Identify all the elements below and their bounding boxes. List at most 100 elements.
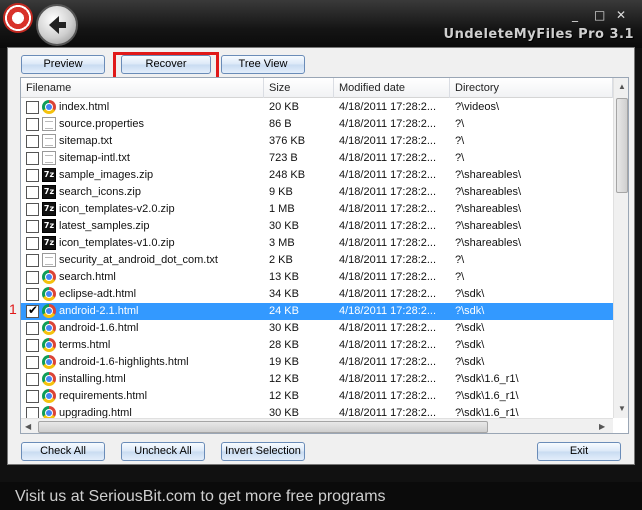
zip-file-icon: 7z xyxy=(42,236,56,250)
file-modified-date: 4/18/2011 17:28:2... xyxy=(339,390,437,402)
minimize-button[interactable]: _ xyxy=(572,8,578,22)
file-size: 86 B xyxy=(269,118,292,130)
file-row[interactable]: sitemap.txt 376 KB 4/18/2011 17:28:2... ?\ xyxy=(21,133,613,150)
file-checkbox[interactable] xyxy=(26,271,39,284)
file-modified-date: 4/18/2011 17:28:2... xyxy=(339,322,437,334)
file-checkbox[interactable] xyxy=(26,169,39,182)
file-checkbox[interactable] xyxy=(26,390,39,403)
file-modified-date: 4/18/2011 17:28:2... xyxy=(339,169,437,181)
file-row[interactable]: search.html 13 KB 4/18/2011 17:28:2... ?\ xyxy=(21,269,613,286)
check-all-button[interactable]: Check All xyxy=(21,442,105,461)
file-directory: ?\ xyxy=(455,135,465,147)
file-row[interactable]: 7z search_icons.zip 9 KB 4/18/2011 17:28:2.… xyxy=(21,184,613,201)
file-size: 12 KB xyxy=(269,390,299,402)
file-checkbox[interactable] xyxy=(26,237,39,250)
text-file-icon xyxy=(42,117,56,131)
file-checkbox[interactable] xyxy=(26,118,39,131)
html-file-icon xyxy=(42,287,56,301)
file-modified-date: 4/18/2011 17:28:2... xyxy=(339,339,437,351)
column-size[interactable]: Size xyxy=(264,78,334,98)
file-row[interactable]: android-2.1.html 24 KB 4/18/2011 17:28:2..… xyxy=(21,303,613,320)
file-checkbox[interactable] xyxy=(26,135,39,148)
html-file-icon xyxy=(42,304,56,318)
scroll-up-icon[interactable]: ▲ xyxy=(618,82,626,91)
file-checkbox[interactable] xyxy=(26,288,39,301)
zip-file-icon: 7z xyxy=(42,219,56,233)
file-checkbox[interactable] xyxy=(26,254,39,267)
file-row[interactable]: requirements.html 12 KB 4/18/2011 17:28:2.… xyxy=(21,388,613,405)
file-row[interactable]: 7z sample_images.zip 248 KB 4/18/2011 17:28… xyxy=(21,167,613,184)
file-row[interactable]: installing.html 12 KB 4/18/2011 17:28:2...… xyxy=(21,371,613,388)
file-row[interactable]: source.properties 86 B 4/18/2011 17:28:2..… xyxy=(21,116,613,133)
text-file-icon xyxy=(42,134,56,148)
file-modified-date: 4/18/2011 17:28:2... xyxy=(339,271,437,283)
file-row[interactable]: sitemap-intl.txt 723 B 4/18/2011 17:28:2..… xyxy=(21,150,613,167)
invert-selection-button[interactable]: Invert Selection xyxy=(221,442,305,461)
file-size: 12 KB xyxy=(269,373,299,385)
scroll-right-icon[interactable]: ▶ xyxy=(599,422,605,431)
file-size: 9 KB xyxy=(269,186,293,198)
file-checkbox[interactable] xyxy=(26,373,39,386)
column-directory[interactable]: Directory xyxy=(450,78,613,98)
file-directory: ?\shareables\ xyxy=(455,220,522,232)
tree-view-button[interactable]: Tree View xyxy=(221,55,305,74)
file-checkbox[interactable] xyxy=(26,203,39,216)
column-filename[interactable]: Filename xyxy=(21,78,264,98)
file-checkbox[interactable] xyxy=(26,101,39,114)
file-checkbox[interactable] xyxy=(26,220,39,233)
column-modified-date[interactable]: Modified date xyxy=(334,78,450,98)
arrow-left-icon xyxy=(49,16,66,34)
vertical-scroll-thumb[interactable] xyxy=(616,98,628,193)
app-title: UndeleteMyFiles Pro 3.1 xyxy=(443,27,634,42)
file-checkbox[interactable] xyxy=(26,322,39,335)
close-button[interactable]: ✕ xyxy=(616,8,626,22)
text-file-icon xyxy=(42,253,56,267)
uncheck-all-button[interactable]: Uncheck All xyxy=(121,442,205,461)
file-row[interactable]: security_at_android_dot_com.txt 2 KB 4/18/… xyxy=(21,252,613,269)
file-modified-date: 4/18/2011 17:28:2... xyxy=(339,118,437,130)
file-row[interactable]: android-1.6.html 30 KB 4/18/2011 17:28:2..… xyxy=(21,320,613,337)
preview-button[interactable]: Preview xyxy=(21,55,105,74)
file-modified-date: 4/18/2011 17:28:2... xyxy=(339,356,437,368)
file-directory: ?\shareables\ xyxy=(455,237,522,249)
html-file-icon xyxy=(42,338,56,352)
text-file-icon xyxy=(42,151,56,165)
scroll-left-icon[interactable]: ◀ xyxy=(25,422,31,431)
file-name: sample_images.zip xyxy=(59,169,154,181)
file-row[interactable]: 7z icon_templates-v1.0.zip 3 MB 4/18/2011 1… xyxy=(21,235,613,252)
maximize-button[interactable]: □ xyxy=(594,8,605,22)
file-checkbox[interactable] xyxy=(26,339,39,352)
file-directory: ?\shareables\ xyxy=(455,186,522,198)
file-name: android-1.6-highlights.html xyxy=(59,356,189,368)
vertical-scrollbar[interactable]: ▲ ▼ xyxy=(613,78,628,418)
title-bar: _ □ ✕ UndeleteMyFiles Pro 3.1 xyxy=(0,0,642,48)
file-size: 20 KB xyxy=(269,101,299,113)
file-modified-date: 4/18/2011 17:28:2... xyxy=(339,305,437,317)
file-checkbox[interactable] xyxy=(26,186,39,199)
file-size: 24 KB xyxy=(269,305,299,317)
scroll-down-icon[interactable]: ▼ xyxy=(618,404,626,413)
file-row[interactable]: 7z icon_templates-v2.0.zip 1 MB 4/18/2011 1… xyxy=(21,201,613,218)
exit-button[interactable]: Exit xyxy=(537,442,621,461)
file-modified-date: 4/18/2011 17:28:2... xyxy=(339,152,437,164)
file-row[interactable]: terms.html 28 KB 4/18/2011 17:28:2... ?\sdk… xyxy=(21,337,613,354)
file-checkbox[interactable] xyxy=(26,152,39,165)
zip-file-icon: 7z xyxy=(42,202,56,216)
footer-promo-text[interactable]: Visit us at SeriousBit.com to get more f… xyxy=(15,488,386,506)
file-row[interactable]: index.html 20 KB 4/18/2011 17:28:2... ?\vid… xyxy=(21,99,613,116)
file-modified-date: 4/18/2011 17:28:2... xyxy=(339,186,437,198)
html-file-icon xyxy=(42,270,56,284)
file-modified-date: 4/18/2011 17:28:2... xyxy=(339,101,437,113)
file-modified-date: 4/18/2011 17:28:2... xyxy=(339,373,437,385)
file-row[interactable]: android-1.6-highlights.html 19 KB 4/18/201… xyxy=(21,354,613,371)
horizontal-scrollbar[interactable]: ◀ ▶ xyxy=(21,418,613,433)
file-size: 3 MB xyxy=(269,237,295,249)
file-row[interactable]: eclipse-adt.html 34 KB 4/18/2011 17:28:2..… xyxy=(21,286,613,303)
file-row[interactable]: 7z latest_samples.zip 30 KB 4/18/2011 17:28… xyxy=(21,218,613,235)
file-checkbox[interactable] xyxy=(26,356,39,369)
file-name: search.html xyxy=(59,271,116,283)
back-button[interactable] xyxy=(36,4,78,46)
file-list[interactable]: Filename Size Modified date Directory in… xyxy=(20,77,629,434)
file-checkbox[interactable] xyxy=(26,303,39,318)
horizontal-scroll-thumb[interactable] xyxy=(38,421,488,433)
